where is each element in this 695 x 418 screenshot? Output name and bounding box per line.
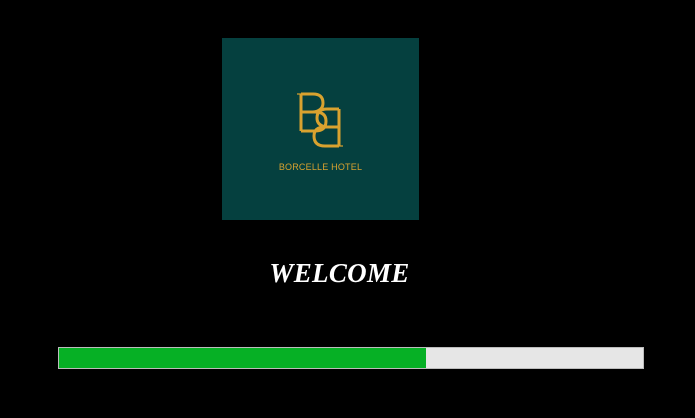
- loading-progress-fill: [59, 348, 426, 368]
- monogram-logo-icon: [297, 92, 343, 148]
- hotel-logo: BORCELLE HOTEL: [222, 38, 419, 220]
- loading-progress-bar: [58, 347, 644, 369]
- splash-screen: BORCELLE HOTEL WELCOME: [0, 0, 695, 418]
- hotel-name: BORCELLE HOTEL: [278, 162, 363, 172]
- welcome-heading: WELCOME: [269, 258, 410, 288]
